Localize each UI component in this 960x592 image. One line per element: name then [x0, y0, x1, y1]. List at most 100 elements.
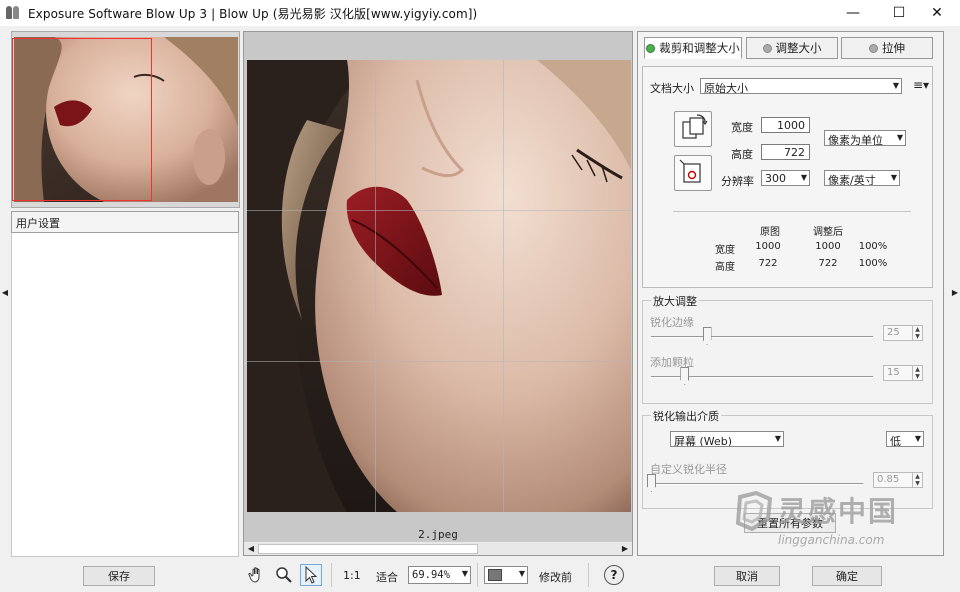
tab-label: 调整大小: [775, 41, 822, 55]
amount-value: 低: [890, 435, 901, 447]
spin-arrows-icon[interactable]: ▲ ▼: [912, 326, 922, 340]
resolution-unit-select[interactable]: 像素/英寸 ▼: [824, 170, 900, 186]
toolbar-separator: [331, 563, 332, 587]
dim-original-value: 1000: [755, 241, 781, 252]
tab-stretch[interactable]: 拉伸: [841, 37, 933, 59]
help-button[interactable]: ?: [601, 564, 627, 586]
tab-crop-resize[interactable]: 裁剪和调整大小: [644, 37, 742, 59]
zoom-value: 69.94%: [412, 569, 450, 581]
unit-select[interactable]: 像素为单位 ▼: [824, 130, 906, 146]
collapse-right-icon[interactable]: ▶: [951, 288, 959, 297]
collapse-left-icon[interactable]: ◀: [1, 288, 9, 297]
rotate-orientation-button[interactable]: [674, 111, 712, 147]
preset-list[interactable]: [11, 233, 239, 557]
spin-arrows-icon[interactable]: ▲ ▼: [912, 473, 922, 487]
resolution-unit-value: 像素/英寸: [828, 174, 876, 186]
dim-col-adjusted: 调整后: [813, 227, 843, 238]
dim-percent-value: 100%: [858, 258, 888, 269]
close-button[interactable]: ✕: [914, 0, 960, 26]
horizontal-scrollbar[interactable]: ◀ ▶: [244, 541, 632, 555]
menu-icon[interactable]: ≡▾: [913, 78, 929, 92]
tab-label: 拉伸: [882, 41, 905, 55]
resolution-value: 300: [765, 172, 786, 185]
add-grain-slider[interactable]: [680, 367, 690, 385]
tab-status-icon: [762, 43, 772, 53]
amount-select[interactable]: 低 ▼: [886, 431, 924, 447]
doc-size-select[interactable]: 原始大小 ▼: [700, 78, 902, 94]
zoom-1to1-button[interactable]: 1:1: [343, 569, 361, 582]
tab-label: 裁剪和调整大小: [659, 41, 740, 55]
sharpen-edges-value: 25: [887, 327, 900, 338]
custom-radius-value: 0.85: [877, 474, 900, 485]
rotate-icon: [682, 114, 708, 139]
navigator-thumbnail[interactable]: [11, 31, 240, 208]
add-grain-value: 15: [887, 367, 900, 378]
save-button[interactable]: 保存: [83, 566, 155, 586]
ok-button[interactable]: 确定: [812, 566, 882, 586]
tab-resize[interactable]: 调整大小: [746, 37, 838, 59]
help-icon: ?: [604, 565, 624, 585]
height-label: 高度: [731, 148, 753, 161]
preset-header: 用户设置: [11, 211, 239, 233]
toolbar-separator: [477, 563, 478, 587]
preview-filename: 2.jpeg: [418, 528, 458, 541]
sharpen-edges-slider[interactable]: [702, 327, 712, 345]
chevron-down-icon: ▼: [892, 81, 899, 90]
output-sharpen-title: 锐化输出介质: [651, 408, 721, 424]
cancel-button[interactable]: 取消: [714, 566, 780, 586]
doc-size-value: 原始大小: [704, 82, 748, 94]
chevron-down-icon: ▼: [914, 434, 921, 443]
magnifier-icon: [276, 567, 292, 583]
preview-panel[interactable]: 2.jpeg ◀ ▶: [243, 31, 633, 556]
window-title: Exposure Software Blow Up 3 | Blow Up (易…: [28, 6, 478, 21]
preview-image[interactable]: [247, 60, 631, 512]
width-label: 宽度: [731, 121, 753, 134]
add-grain-spinbox[interactable]: 15 ▲ ▼: [883, 365, 923, 381]
fit-button[interactable]: 适合: [376, 569, 398, 585]
spin-arrows-icon[interactable]: ▲ ▼: [912, 366, 922, 380]
enlarge-section: 放大调整 锐化边缘 25 ▲ ▼ 添加颗粒 15 ▲ ▼: [642, 293, 933, 404]
grid-line: [375, 60, 376, 512]
custom-radius-spinbox[interactable]: 0.85 ▲ ▼: [873, 472, 923, 488]
reset-crop-button[interactable]: [674, 155, 712, 191]
crop-region-indicator[interactable]: [12, 38, 152, 201]
custom-radius-track[interactable]: [651, 483, 863, 485]
chevron-down-icon: ▼: [896, 133, 903, 142]
chevron-down-icon: ▼: [890, 173, 897, 182]
divider: [673, 211, 911, 212]
height-input[interactable]: 722: [761, 144, 810, 160]
custom-radius-slider[interactable]: [647, 474, 656, 492]
width-input[interactable]: 1000: [761, 117, 810, 133]
tab-status-icon: [869, 43, 878, 53]
hand-tool[interactable]: [246, 564, 268, 586]
watermark-brand: 灵感中国: [778, 495, 899, 528]
settings-panel: 裁剪和调整大小 调整大小 拉伸 文档大小 原始大小 ▼ ≡▾ 宽度 1000 像…: [637, 31, 944, 556]
scrollbar-thumb[interactable]: [258, 544, 478, 554]
zoom-select[interactable]: 69.94% ▼: [408, 566, 471, 584]
watermark-url: lingganchina.com: [778, 533, 885, 547]
sharpen-edges-spinbox[interactable]: 25 ▲ ▼: [883, 325, 923, 341]
minimize-button[interactable]: —: [830, 0, 876, 26]
dim-col-original: 原图: [760, 227, 780, 238]
unit-value: 像素为单位: [828, 134, 883, 146]
resolution-select[interactable]: 300 ▼: [761, 170, 810, 186]
select-tool[interactable]: [300, 564, 322, 586]
scroll-left-icon[interactable]: ◀: [245, 543, 257, 555]
color-swatch-icon: [488, 569, 502, 581]
zoom-tool[interactable]: [273, 564, 295, 586]
scroll-right-icon[interactable]: ▶: [619, 543, 631, 555]
medium-select[interactable]: 屏幕 (Web) ▼: [670, 431, 784, 447]
before-after-button[interactable]: 修改前: [539, 569, 572, 585]
toolbar-separator: [588, 563, 589, 587]
pointer-icon: [305, 566, 318, 584]
grid-line: [247, 361, 631, 362]
watermark-logo: 灵感中国 lingganchina.com: [726, 489, 948, 555]
app-icon: [6, 5, 22, 21]
background-color-select[interactable]: ▼: [484, 566, 528, 584]
sharpen-edges-track[interactable]: [651, 336, 873, 338]
dim-adjusted-value: 722: [818, 258, 838, 269]
resolution-label: 分辨率: [721, 175, 754, 188]
dim-original-value: 722: [758, 258, 778, 269]
enlarge-title: 放大调整: [651, 293, 699, 309]
grid-line: [247, 210, 631, 211]
